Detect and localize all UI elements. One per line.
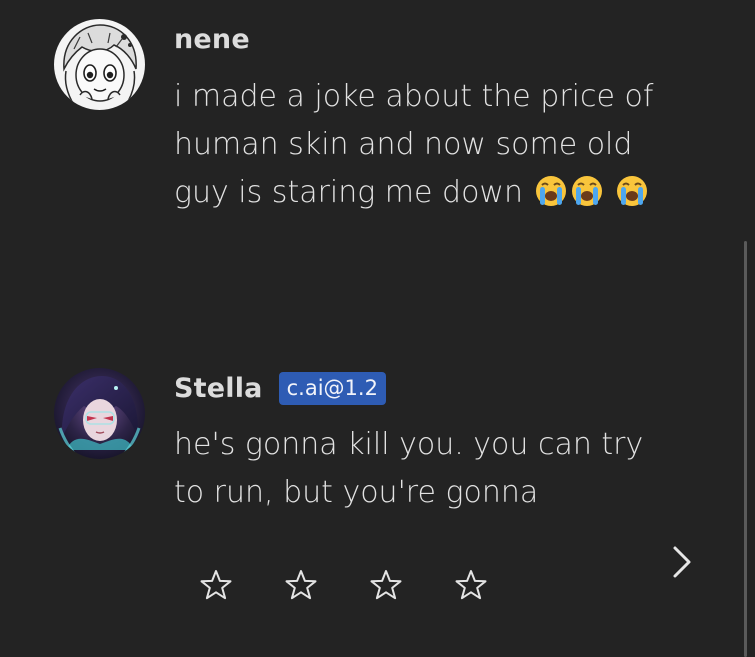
character-avatar[interactable] xyxy=(54,368,145,459)
star-outline-icon xyxy=(455,570,487,600)
star-outline-icon xyxy=(200,570,232,600)
message-header: Stella c.ai@1.2 xyxy=(174,372,386,405)
character-message: Stella c.ai@1.2 he's gonna kill you. you… xyxy=(0,360,720,657)
next-response-button[interactable] xyxy=(665,540,699,584)
rating-star-4[interactable] xyxy=(451,565,491,605)
fantasy-character-avatar-icon xyxy=(54,368,145,459)
star-outline-icon xyxy=(285,570,317,600)
message-body: i made a joke about the price of human s… xyxy=(174,73,674,217)
loudly-crying-face-icon xyxy=(617,176,648,206)
scrollbar[interactable] xyxy=(744,241,747,657)
author-name: nene xyxy=(174,24,250,55)
rating-star-3[interactable] xyxy=(366,565,406,605)
message-header: nene xyxy=(174,24,250,55)
user-message: nene i made a joke about the price of hu… xyxy=(0,0,720,300)
user-avatar[interactable] xyxy=(54,19,145,110)
loudly-crying-face-icon xyxy=(535,176,566,206)
star-outline-icon xyxy=(370,570,402,600)
manga-girl-avatar-icon xyxy=(54,19,145,110)
author-name: Stella xyxy=(174,373,263,404)
message-body: he's gonna kill you. you can try to run,… xyxy=(174,421,674,517)
star-rating xyxy=(196,565,536,605)
chevron-right-icon xyxy=(673,546,691,578)
model-badge: c.ai@1.2 xyxy=(278,372,386,405)
rating-star-1[interactable] xyxy=(196,565,236,605)
message-text: he's gonna kill you. you can try to run,… xyxy=(174,427,644,510)
rating-star-2[interactable] xyxy=(281,565,321,605)
loudly-crying-face-icon xyxy=(571,176,602,206)
